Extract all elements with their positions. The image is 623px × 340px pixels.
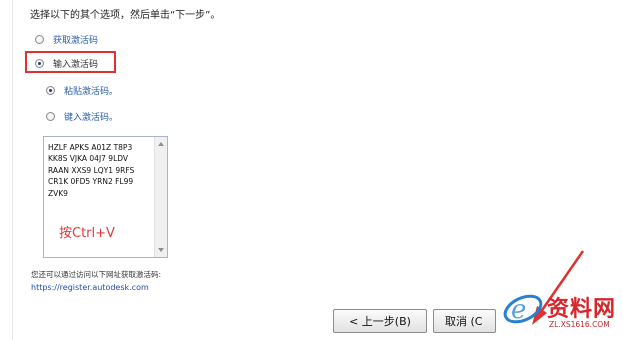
watermark-logo-subtext: ZL.XS1616.COM [549,320,610,329]
watermark-logo-text: 资料网 [547,297,617,322]
svg-text:e: e [511,295,526,325]
watermark-e-icon: e [503,294,543,325]
watermark-logo: e 资料网 ZL.XS1616.COM [495,277,623,340]
